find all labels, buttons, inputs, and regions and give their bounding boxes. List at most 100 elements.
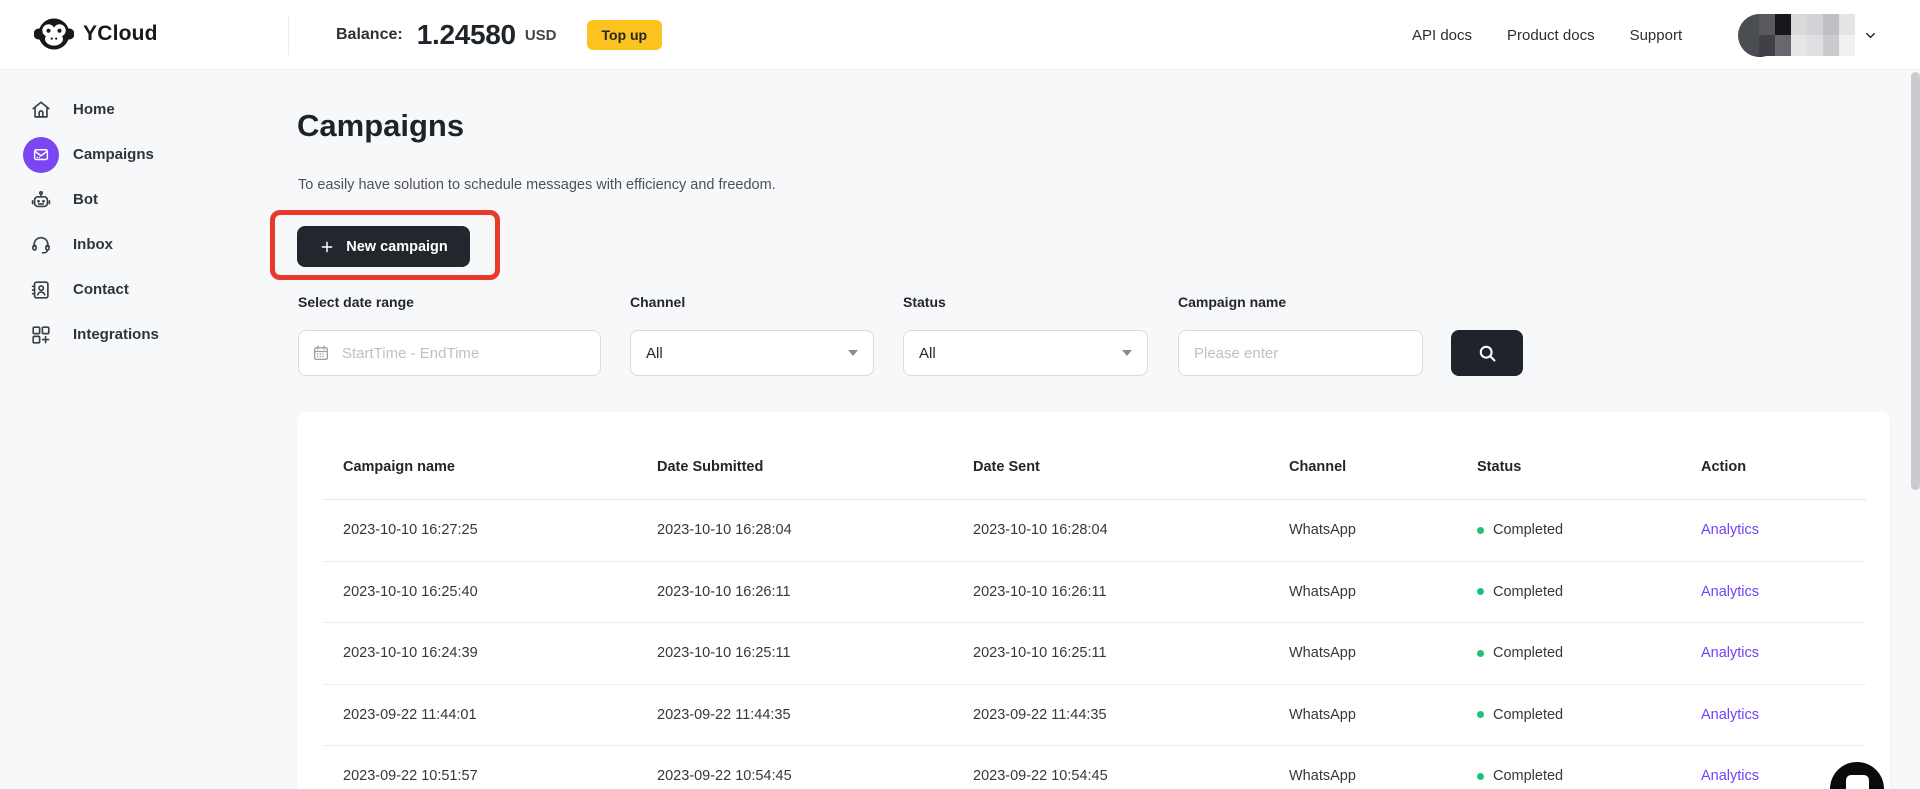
- account-menu[interactable]: [1738, 13, 1878, 57]
- balance-currency: USD: [524, 26, 557, 44]
- table-row: 2023-10-10 16:27:25 2023-10-10 16:28:04 …: [323, 500, 1866, 562]
- nav-api-docs[interactable]: API docs: [1412, 27, 1472, 44]
- status-text: Completed: [1493, 768, 1564, 785]
- date-range-field[interactable]: [298, 330, 601, 376]
- brand-name: YCloud: [83, 22, 158, 45]
- sidebar: Home Campaigns Bot Inbox Contact Integra…: [0, 70, 288, 789]
- status-dot: [1477, 588, 1484, 596]
- campaigns-icon: [23, 136, 59, 173]
- status-select[interactable]: All: [903, 330, 1148, 376]
- new-campaign-button[interactable]: New campaign: [297, 226, 470, 267]
- channel-label: Channel: [630, 294, 686, 310]
- analytics-link[interactable]: Analytics: [1701, 522, 1759, 538]
- monkey-logo-icon: [34, 14, 74, 54]
- status-dot: [1477, 649, 1484, 657]
- search-icon: [1477, 343, 1498, 364]
- status-select-value: All: [919, 344, 936, 362]
- table-row: 2023-09-22 10:51:57 2023-09-22 10:54:45 …: [323, 746, 1866, 789]
- status-dot: [1477, 772, 1484, 780]
- cell-status: Completed: [1477, 707, 1701, 723]
- caret-down-icon: [1122, 350, 1132, 356]
- nav-support[interactable]: Support: [1630, 27, 1683, 44]
- analytics-link[interactable]: Analytics: [1701, 707, 1759, 723]
- plus-icon: [319, 239, 335, 255]
- calendar-icon: [312, 344, 330, 362]
- status-text: Completed: [1493, 645, 1564, 662]
- cell-channel: WhatsApp: [1289, 768, 1356, 785]
- cell-campaign-name: 2023-10-10 16:25:40: [343, 583, 478, 600]
- status-dot: [1477, 526, 1484, 534]
- cell-date-sent: 2023-10-10 16:25:11: [973, 645, 1107, 662]
- col-action: Action: [1701, 458, 1747, 475]
- balance-value: 1.24580: [416, 19, 516, 50]
- inbox-headset-icon: [23, 227, 59, 263]
- sidebar-item-label: Campaigns: [73, 146, 154, 163]
- app-viewport: YCloud Balance: 1.24580 USD Top up API d…: [0, 0, 1920, 789]
- header-nav: API docs Product docs Support: [1412, 0, 1682, 70]
- table-header-row: Campaign name Date Submitted Date Sent C…: [323, 412, 1866, 500]
- col-status: Status: [1477, 458, 1522, 475]
- cell-date-sent: 2023-09-22 11:44:35: [973, 706, 1107, 723]
- page-title: Campaigns: [297, 108, 465, 143]
- cell-status: Completed: [1477, 584, 1701, 600]
- cell-channel: WhatsApp: [1289, 645, 1356, 662]
- nav-product-docs[interactable]: Product docs: [1507, 27, 1595, 44]
- cell-channel: WhatsApp: [1289, 522, 1356, 539]
- chat-widget-icon: [1846, 775, 1869, 789]
- col-campaign-name: Campaign name: [343, 458, 455, 475]
- status-text: Completed: [1493, 706, 1564, 723]
- status-text: Completed: [1493, 583, 1564, 600]
- analytics-link[interactable]: Analytics: [1701, 584, 1759, 600]
- caret-down-icon: [848, 350, 858, 356]
- cell-campaign-name: 2023-10-10 16:27:25: [343, 522, 478, 539]
- header-divider: [288, 15, 289, 55]
- campaign-name-input[interactable]: [1179, 331, 1422, 375]
- sidebar-item-inbox[interactable]: Inbox: [0, 222, 288, 267]
- sidebar-item-label: Bot: [73, 191, 98, 208]
- integrations-grid-icon: [23, 317, 59, 353]
- cell-date-submitted: 2023-10-10 16:26:11: [657, 583, 791, 600]
- bot-icon: [23, 182, 59, 218]
- sidebar-item-label: Inbox: [73, 236, 113, 253]
- sidebar-item-bot[interactable]: Bot: [0, 177, 288, 222]
- campaign-name-field[interactable]: [1178, 330, 1423, 376]
- redacted-username: [1759, 14, 1855, 56]
- sidebar-item-label: Contact: [73, 281, 129, 298]
- col-date-submitted: Date Submitted: [657, 458, 764, 475]
- chevron-down-icon[interactable]: [1863, 28, 1878, 43]
- cell-status: Completed: [1477, 522, 1701, 538]
- search-button[interactable]: [1451, 330, 1523, 376]
- vertical-scrollbar[interactable]: [1911, 72, 1920, 490]
- cell-channel: WhatsApp: [1289, 706, 1356, 723]
- analytics-link[interactable]: Analytics: [1701, 768, 1759, 784]
- cell-date-submitted: 2023-10-10 16:28:04: [657, 522, 792, 539]
- cell-status: Completed: [1477, 768, 1701, 784]
- cell-campaign-name: 2023-10-10 16:24:39: [343, 645, 478, 662]
- campaigns-table-card: Campaign name Date Submitted Date Sent C…: [297, 412, 1890, 789]
- table-row: 2023-10-10 16:24:39 2023-10-10 16:25:11 …: [323, 623, 1866, 685]
- cell-campaign-name: 2023-09-22 10:51:57: [343, 768, 478, 785]
- channel-select-value: All: [646, 344, 663, 362]
- brand: YCloud: [34, 14, 158, 54]
- sidebar-item-home[interactable]: Home: [0, 87, 288, 132]
- sidebar-item-contact[interactable]: Contact: [0, 267, 288, 312]
- sidebar-item-campaigns[interactable]: Campaigns: [0, 132, 288, 177]
- cell-date-sent: 2023-10-10 16:26:11: [973, 583, 1107, 600]
- top-up-button[interactable]: Top up: [586, 20, 663, 50]
- cell-date-submitted: 2023-09-22 11:44:35: [657, 706, 791, 723]
- date-range-input[interactable]: [330, 331, 600, 375]
- page-subtitle: To easily have solution to schedule mess…: [298, 177, 776, 193]
- analytics-link[interactable]: Analytics: [1701, 645, 1759, 661]
- sidebar-item-integrations[interactable]: Integrations: [0, 312, 288, 357]
- cell-date-sent: 2023-09-22 10:54:45: [973, 768, 1108, 785]
- balance-group: Balance: 1.24580 USD Top up: [336, 0, 663, 70]
- cell-channel: WhatsApp: [1289, 583, 1356, 600]
- home-icon: [23, 92, 59, 128]
- balance-label: Balance:: [336, 26, 403, 43]
- channel-select[interactable]: All: [630, 330, 874, 376]
- status-text: Completed: [1493, 522, 1564, 539]
- sidebar-item-label: Home: [73, 101, 115, 118]
- sidebar-item-label: Integrations: [73, 326, 159, 343]
- cell-date-submitted: 2023-09-22 10:54:45: [657, 768, 792, 785]
- status-dot: [1477, 711, 1484, 719]
